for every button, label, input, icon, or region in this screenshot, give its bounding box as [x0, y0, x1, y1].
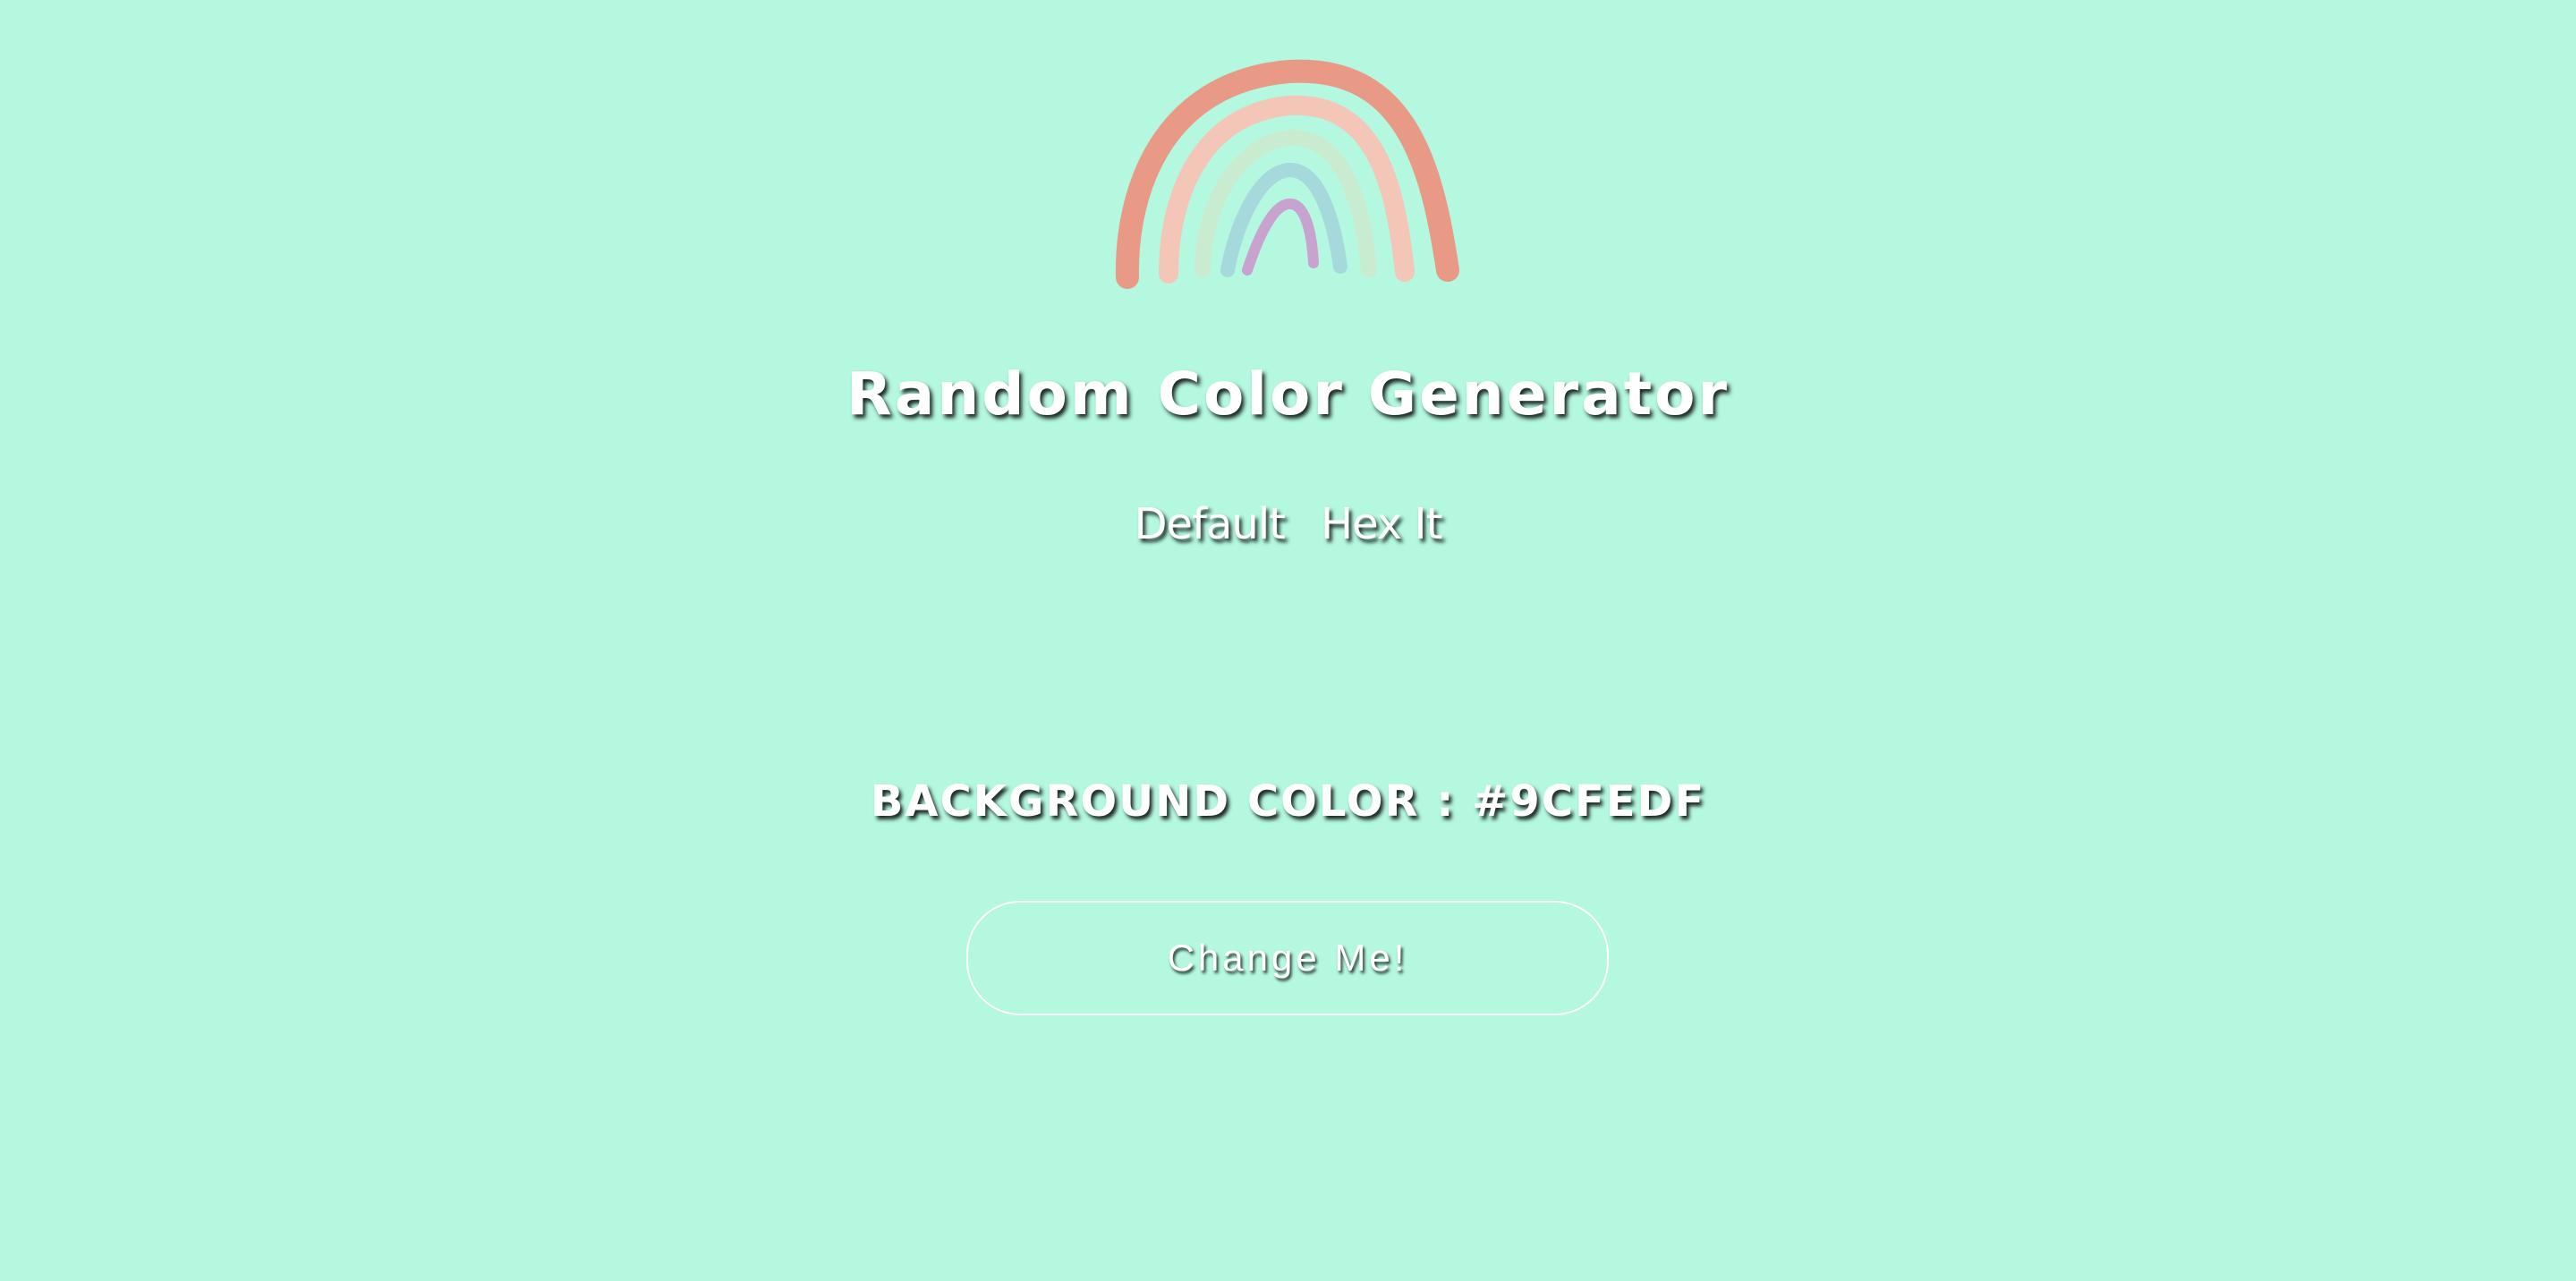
mode-nav: Default Hex It [0, 499, 2576, 549]
change-color-button[interactable]: Change Me! [966, 901, 1609, 1015]
background-color-readout: BACKGROUND COLOR : #9CFEDF [870, 776, 1706, 827]
nav-default-link[interactable]: Default [1135, 499, 1286, 549]
page-title: Random Color Generator [846, 360, 1730, 428]
rainbow-logo [1109, 55, 1467, 295]
nav-hex-it-link[interactable]: Hex It [1321, 499, 1442, 549]
rainbow-icon [1115, 59, 1459, 289]
page: Random Color Generator Default Hex It BA… [0, 0, 2576, 1281]
